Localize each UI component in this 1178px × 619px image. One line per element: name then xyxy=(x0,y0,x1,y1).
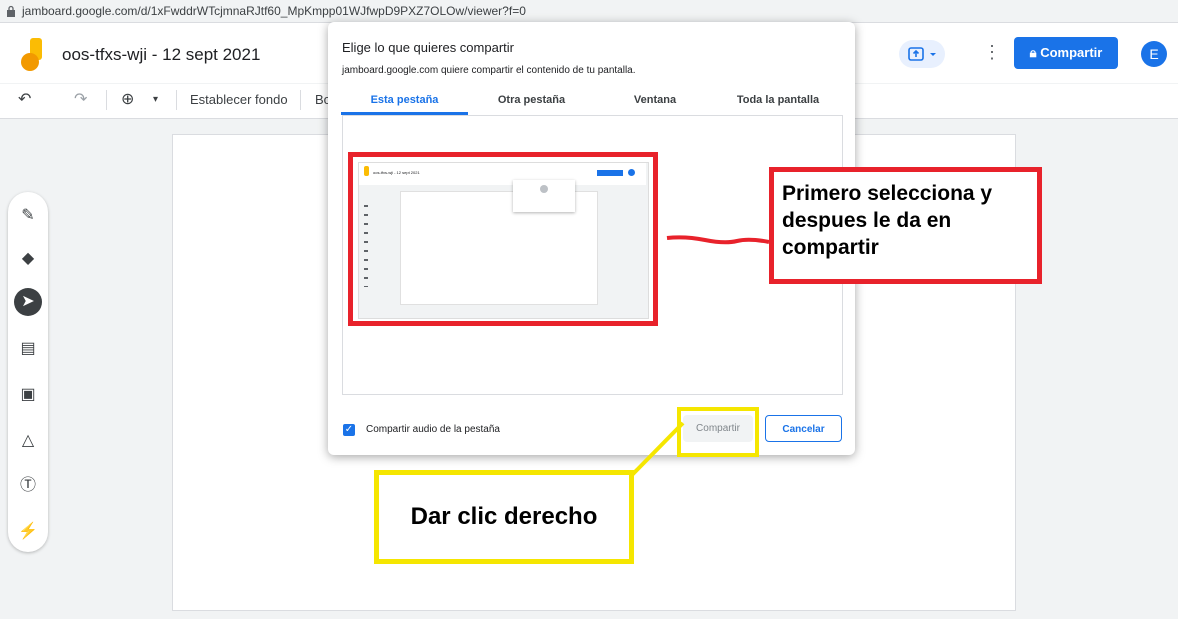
text-box-icon[interactable]: Ⓣ xyxy=(14,472,42,500)
dialog-subtitle: jamboard.google.com quiere compartir el … xyxy=(342,65,636,76)
toolbar-divider xyxy=(106,90,107,110)
annotation-yellow-note: Dar clic derecho xyxy=(374,470,634,564)
present-button[interactable] xyxy=(899,40,945,68)
toolbar-divider xyxy=(300,90,301,110)
sticky-note-icon[interactable]: ▤ xyxy=(14,335,42,363)
lock-icon: 🔒︎ xyxy=(1029,45,1037,60)
annotation-red-note: Primero selecciona y despues le da en co… xyxy=(769,167,1042,284)
laser-icon[interactable]: ⚡ xyxy=(14,518,42,546)
browser-url-bar[interactable]: jamboard.google.com/d/1xFwddrWTcjmnaRJtf… xyxy=(0,0,1178,23)
chevron-down-icon[interactable]: ▾ xyxy=(153,94,158,105)
jamboard-logo xyxy=(21,38,42,71)
annotation-red-line xyxy=(666,235,770,245)
tab-entire-screen[interactable]: Toda la pantalla xyxy=(715,94,841,106)
redo-icon[interactable]: ↷ xyxy=(74,89,87,109)
image-icon[interactable]: ▣ xyxy=(14,381,42,409)
shape-icon[interactable]: △ xyxy=(14,427,42,455)
url-text: jamboard.google.com/d/1xFwddrWTcjmnaRJtf… xyxy=(22,4,526,18)
share-button[interactable]: 🔒︎ Compartir xyxy=(1014,37,1118,69)
document-title[interactable]: oos-tfxs-wji - 12 sept 2021 xyxy=(62,45,260,65)
select-icon[interactable]: ➤ xyxy=(14,288,42,316)
annotation-red-highlight xyxy=(348,152,658,326)
lock-icon xyxy=(7,5,15,17)
dialog-cancel-button[interactable]: Cancelar xyxy=(765,415,842,442)
share-audio-checkbox[interactable]: ✓ xyxy=(343,424,355,436)
dialog-title: Elige lo que quieres compartir xyxy=(342,40,514,55)
annotation-yellow-line xyxy=(629,421,685,478)
share-audio-label: Compartir audio de la pestaña xyxy=(366,424,500,435)
eraser-icon[interactable]: ◆ xyxy=(14,245,42,273)
more-options-icon[interactable]: ⋮ xyxy=(983,42,1001,63)
tab-other-tab[interactable]: Otra pestaña xyxy=(468,94,595,106)
undo-icon[interactable]: ↶ xyxy=(18,89,31,109)
tab-window[interactable]: Ventana xyxy=(595,94,715,106)
tab-this-tab[interactable]: Esta pestaña xyxy=(341,94,468,106)
present-icon xyxy=(908,47,936,61)
avatar[interactable]: E xyxy=(1141,41,1167,67)
pen-icon[interactable]: ✎ xyxy=(14,202,42,230)
set-background-button[interactable]: Establecer fondo xyxy=(190,92,288,107)
zoom-icon[interactable]: ⊕ xyxy=(121,89,134,109)
toolbar-divider xyxy=(176,90,177,110)
annotation-yellow-highlight xyxy=(677,407,759,457)
